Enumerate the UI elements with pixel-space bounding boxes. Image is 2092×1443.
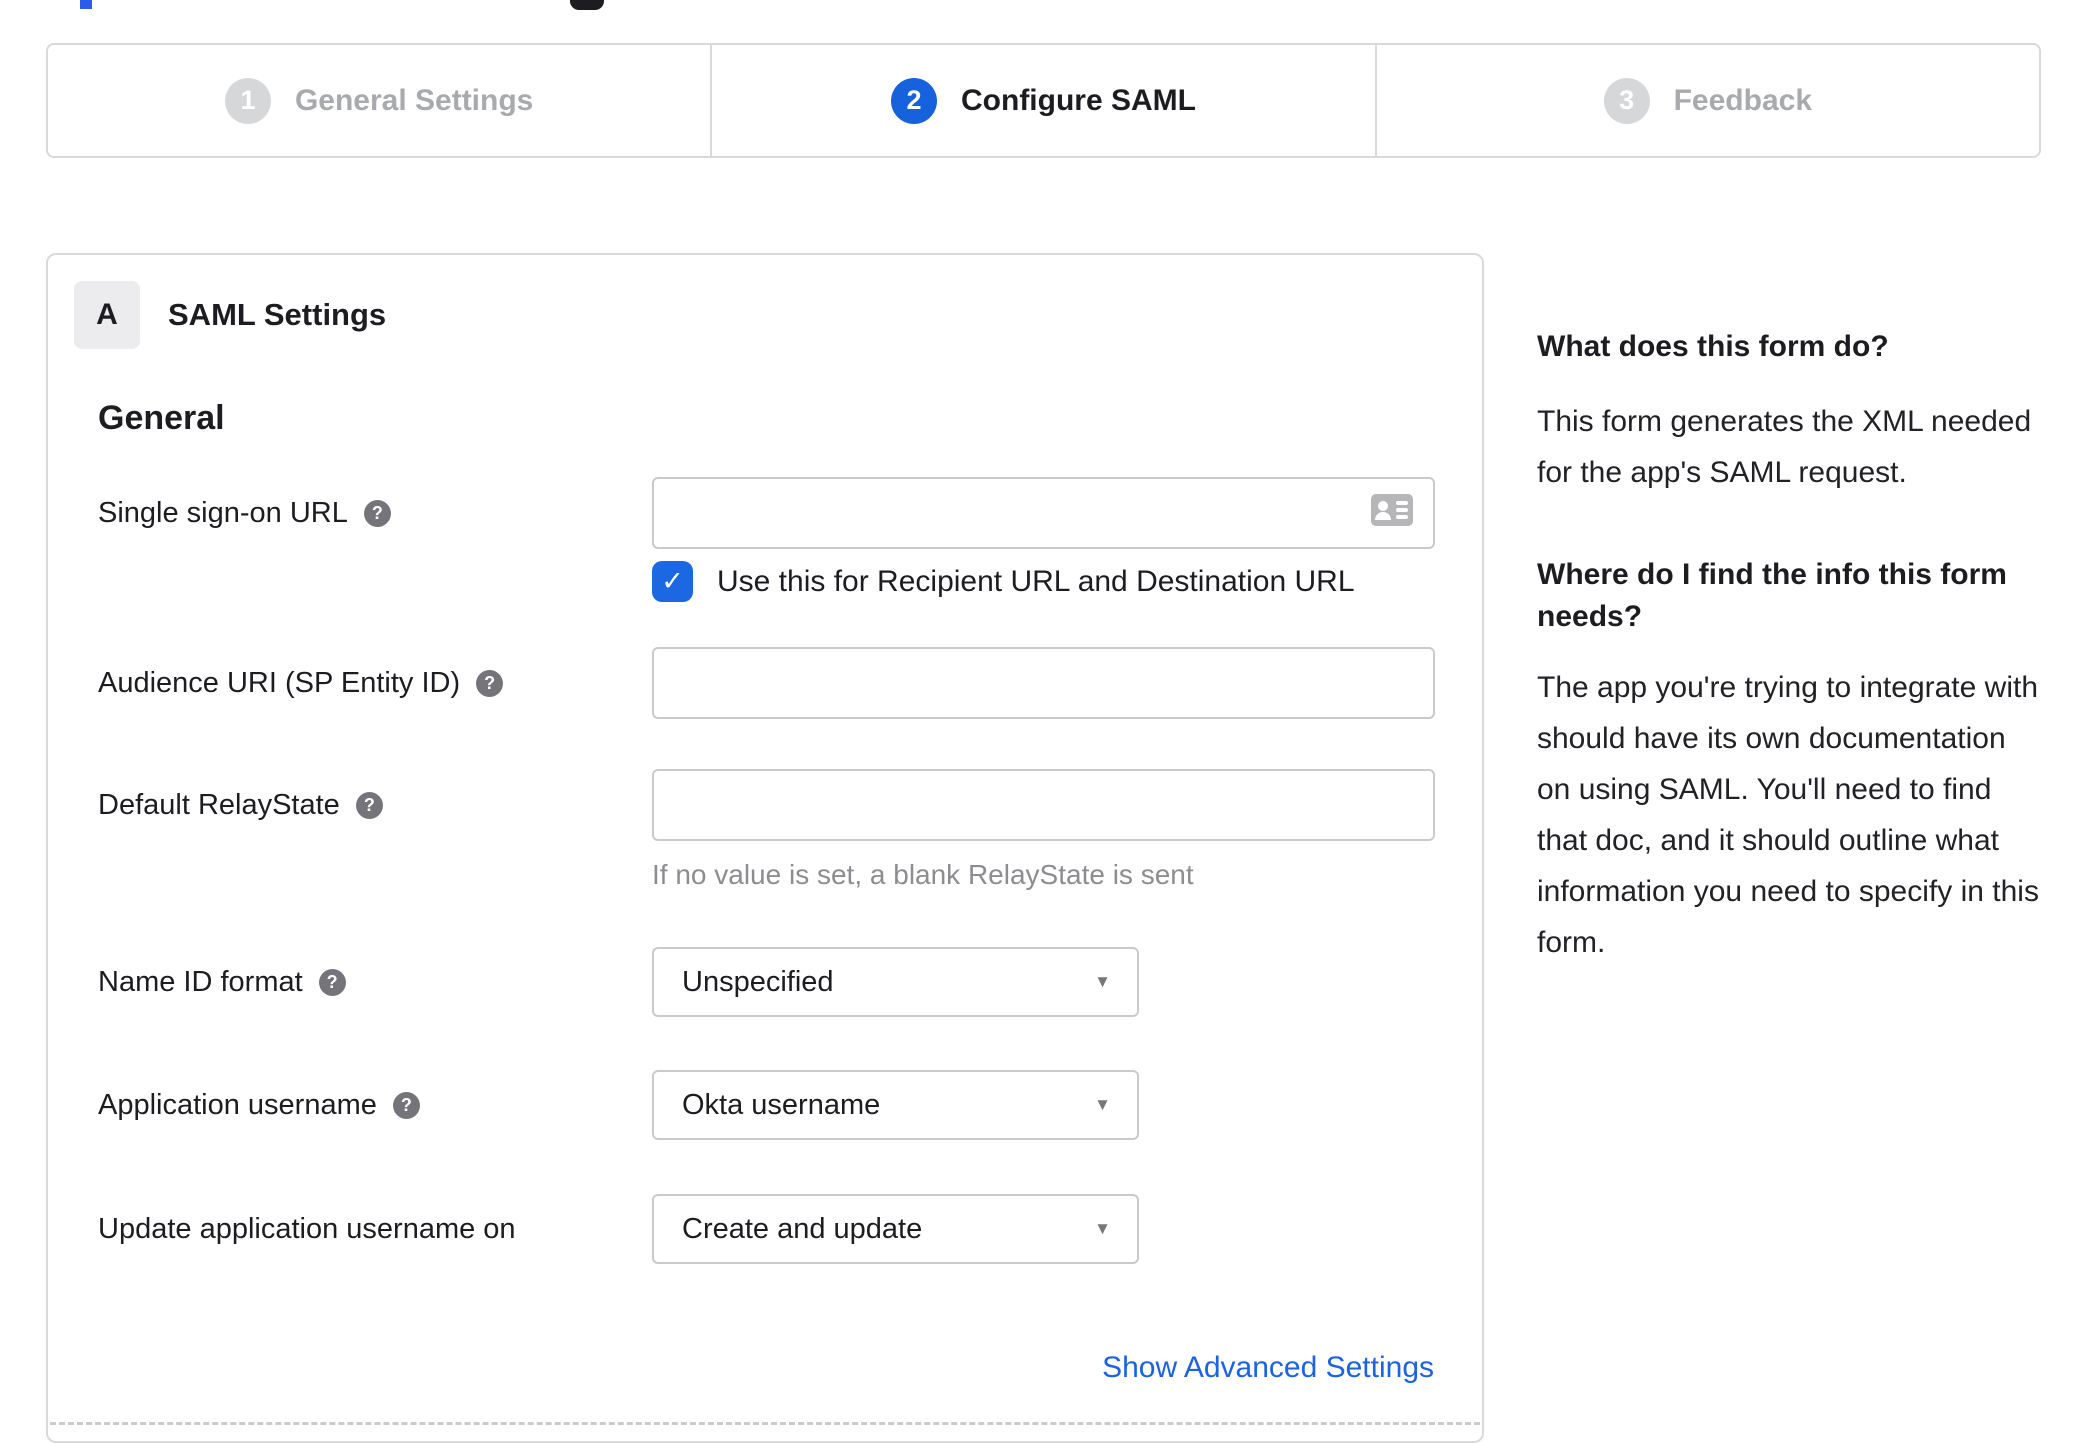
form-row-audience-uri: Audience URI (SP Entity ID) ? [98, 647, 1436, 719]
default-relaystate-label: Default RelayState ? [98, 769, 652, 841]
audience-uri-label: Audience URI (SP Entity ID) ? [98, 647, 652, 719]
audience-uri-label-text: Audience URI (SP Entity ID) [98, 666, 461, 699]
form-row-update-application-username: Update application username on Create an… [98, 1194, 1436, 1264]
help-icon[interactable]: ? [392, 1091, 420, 1119]
help-icon[interactable]: ? [363, 499, 391, 527]
audience-uri-input[interactable] [652, 647, 1435, 719]
step-label: General Settings [294, 83, 534, 117]
sso-url-control: ✓ Use this for Recipient URL and Destina… [652, 477, 1435, 602]
help-section: Where do I find the info this form needs… [1537, 554, 2043, 968]
recipient-url-checkbox-label: Use this for Recipient URL and Destinati… [717, 564, 1355, 598]
help-icon[interactable]: ? [318, 968, 346, 996]
application-username-label: Application username ? [98, 1070, 652, 1140]
step-label: Configure SAML [961, 83, 1196, 117]
help-icon[interactable]: ? [476, 669, 504, 697]
default-relaystate-input[interactable] [652, 769, 1435, 841]
sso-url-input[interactable] [652, 477, 1435, 549]
step-label: Feedback [1673, 83, 1813, 117]
step-number-badge: 1 [224, 77, 271, 124]
name-id-format-label: Name ID format ? [98, 947, 652, 1017]
step-number-badge: 3 [1603, 77, 1650, 124]
chevron-down-icon: ▼ [1094, 1219, 1111, 1238]
section-dashed-divider [50, 1422, 1480, 1425]
form-row-default-relaystate: Default RelayState ? If no value is set,… [98, 769, 1436, 891]
name-id-format-label-text: Name ID format [98, 965, 303, 998]
default-relaystate-control: If no value is set, a blank RelayState i… [652, 769, 1435, 891]
step-general-settings[interactable]: 1 General Settings [48, 45, 710, 156]
panel-header: A SAML Settings [74, 281, 386, 349]
update-application-username-label-text: Update application username on [98, 1212, 516, 1245]
group-heading-general: General [98, 399, 225, 437]
update-application-username-label: Update application username on [98, 1194, 652, 1264]
section-title: SAML Settings [168, 297, 387, 332]
help-section-body: This form generates the XML needed for t… [1537, 405, 2032, 489]
step-number-badge: 2 [891, 77, 937, 124]
help-sidebar: What does this form do? This form genera… [1537, 326, 2043, 968]
recipient-url-check-row: ✓ Use this for Recipient URL and Destina… [652, 561, 1435, 602]
section-badge: A [74, 281, 140, 349]
application-username-label-text: Application username [98, 1088, 377, 1121]
sso-url-label: Single sign-on URL ? [98, 477, 652, 549]
form-row-sso-url: Single sign-on URL ? ✓ Use this for Reci… [98, 477, 1436, 602]
sso-url-input-wrap [652, 477, 1435, 549]
update-application-username-control: Create and update ▼ [652, 1194, 1139, 1264]
chevron-down-icon: ▼ [1094, 972, 1111, 991]
update-application-username-select[interactable]: Create and update ▼ [652, 1194, 1139, 1264]
form-row-application-username: Application username ? Okta username ▼ [98, 1070, 1436, 1140]
cropped-header-fragment-icon [570, 0, 604, 10]
help-section-heading: What does this form do? [1537, 330, 1889, 363]
application-username-select[interactable]: Okta username ▼ [652, 1070, 1139, 1140]
contact-card-icon[interactable] [1371, 494, 1413, 526]
show-advanced-settings-link[interactable]: Show Advanced Settings [1102, 1351, 1434, 1385]
chevron-down-icon: ▼ [1094, 1095, 1111, 1114]
name-id-format-select[interactable]: Unspecified ▼ [652, 947, 1139, 1017]
sso-url-label-text: Single sign-on URL [98, 496, 348, 529]
default-relaystate-label-text: Default RelayState [98, 788, 340, 821]
name-id-format-control: Unspecified ▼ [652, 947, 1139, 1017]
help-section: What does this form do? This form genera… [1537, 326, 2043, 498]
application-username-value: Okta username [682, 1088, 881, 1121]
step-configure-saml[interactable]: 2 Configure SAML [710, 45, 1374, 156]
update-application-username-value: Create and update [682, 1212, 923, 1245]
audience-uri-control [652, 647, 1435, 719]
name-id-format-value: Unspecified [682, 965, 834, 998]
relaystate-hint: If no value is set, a blank RelayState i… [652, 859, 1194, 890]
help-section-body: The app you're trying to integrate with … [1537, 671, 2039, 959]
wizard-stepper: 1 General Settings 2 Configure SAML 3 Fe… [46, 43, 2041, 158]
cropped-header-fragment-blue [80, 0, 92, 9]
step-feedback[interactable]: 3 Feedback [1374, 45, 2039, 156]
recipient-url-checkbox[interactable]: ✓ [652, 561, 693, 602]
saml-settings-panel: A SAML Settings General Single sign-on U… [46, 253, 1484, 1443]
help-icon[interactable]: ? [355, 791, 383, 819]
help-section-heading: Where do I find the info this form needs… [1537, 558, 2007, 633]
form-row-name-id-format: Name ID format ? Unspecified ▼ [98, 947, 1436, 1017]
application-username-control: Okta username ▼ [652, 1070, 1139, 1140]
